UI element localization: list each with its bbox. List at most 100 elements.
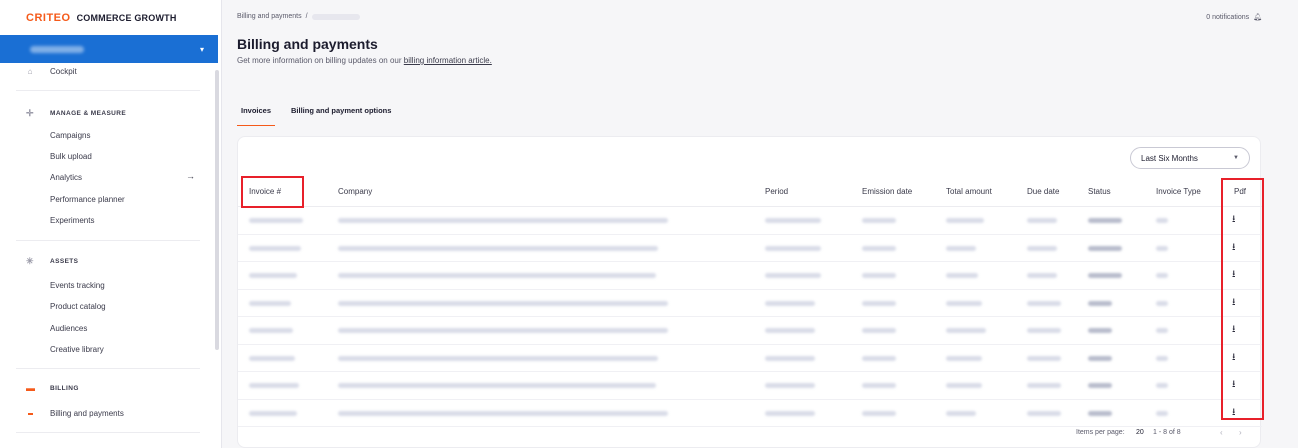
- sidebar-item-billing-and-payments[interactable]: Billing and payments: [50, 409, 124, 418]
- col-company[interactable]: Company: [338, 177, 372, 207]
- redacted-value: [946, 273, 978, 279]
- redacted-value: [862, 355, 896, 361]
- chevron-left-icon[interactable]: ‹: [1220, 428, 1223, 437]
- table-cell-redacted: [1027, 235, 1057, 263]
- col-total-amount[interactable]: Total amount: [946, 177, 992, 207]
- redacted-value: [249, 245, 301, 251]
- home-icon: ⌂: [27, 67, 33, 76]
- redacted-value: [338, 273, 656, 279]
- redacted-value: [1088, 300, 1112, 306]
- redacted-value: [765, 383, 815, 389]
- table-cell-redacted: [338, 372, 656, 400]
- table-cell-redacted: [1027, 290, 1061, 318]
- redacted-value: [1088, 355, 1112, 361]
- redacted-value: [765, 328, 815, 334]
- table-cell-redacted: [1027, 372, 1061, 400]
- table-cell-redacted: [1156, 372, 1168, 400]
- table-cell-redacted: [338, 207, 668, 235]
- redacted-value: [1156, 218, 1168, 224]
- col-due-date[interactable]: Due date: [1027, 177, 1059, 207]
- billing-info-link[interactable]: billing information article.: [404, 56, 492, 65]
- redacted-value: [338, 355, 658, 361]
- items-per-page-select[interactable]: 20: [1136, 429, 1144, 436]
- chevron-right-icon[interactable]: ›: [1239, 428, 1242, 437]
- redacted-value: [1156, 383, 1168, 389]
- sidebar-item-performance-planner[interactable]: Performance planner: [50, 195, 125, 204]
- table-cell-redacted: [1027, 400, 1061, 428]
- chevron-down-icon: ▼: [1233, 155, 1239, 161]
- redacted-value: [338, 218, 668, 224]
- pagination-range: 1 - 8 of 8: [1153, 429, 1181, 436]
- notifications[interactable]: 0 notifications 🔔︎: [1206, 13, 1262, 22]
- table-cell-redacted: [946, 290, 982, 318]
- sidebar-scrollbar[interactable]: [215, 70, 219, 350]
- table-cell-redacted: [862, 372, 896, 400]
- table-cell-redacted: [765, 290, 815, 318]
- section-manage-measure: ✛ MANAGE & MEASURE: [26, 108, 126, 119]
- invoices-table: Invoice # Company Period Emission date T…: [238, 177, 1262, 427]
- breadcrumb-item[interactable]: Billing and payments: [237, 13, 302, 20]
- table-cell-redacted: [249, 262, 297, 290]
- table-cell-redacted: [338, 235, 658, 263]
- redacted-value: [1088, 410, 1112, 416]
- sidebar-item-analytics[interactable]: Analytics: [50, 173, 82, 182]
- breadcrumb-separator: /: [305, 13, 308, 20]
- redacted-value: [1088, 218, 1122, 224]
- redacted-value: [1027, 355, 1061, 361]
- redacted-value: [249, 383, 299, 389]
- sidebar-item-bulk-upload[interactable]: Bulk upload: [50, 152, 92, 161]
- table-cell-redacted: [1156, 290, 1168, 318]
- table-cell-redacted: [338, 317, 668, 345]
- col-period[interactable]: Period: [765, 177, 788, 207]
- table-cell-redacted: [862, 317, 896, 345]
- table-cell-redacted: [765, 372, 815, 400]
- table-cell-redacted: [1027, 207, 1057, 235]
- brand-product: COMMERCE GROWTH: [76, 13, 177, 23]
- redacted-value: [338, 300, 668, 306]
- redacted-value: [338, 383, 656, 389]
- redacted-value: [765, 273, 821, 279]
- table-cell-redacted: [946, 207, 984, 235]
- sidebar-item-creative-library[interactable]: Creative library: [50, 345, 104, 354]
- redacted-value: [946, 300, 982, 306]
- table-cell-redacted: [1027, 262, 1057, 290]
- table-cell-redacted: [765, 262, 821, 290]
- redacted-value: [862, 383, 896, 389]
- col-emission-date[interactable]: Emission date: [862, 177, 912, 207]
- redacted-value: [1156, 328, 1168, 334]
- account-name-redacted: [30, 45, 84, 53]
- bell-icon[interactable]: 🔔︎: [1253, 13, 1262, 21]
- sidebar-item-product-catalog[interactable]: Product catalog: [50, 302, 106, 311]
- redacted-value: [946, 355, 982, 361]
- table-cell-redacted: [765, 317, 815, 345]
- sidebar-item-events-tracking[interactable]: Events tracking: [50, 281, 105, 290]
- table-cell-redacted: [249, 317, 293, 345]
- col-invoice-type[interactable]: Invoice Type: [1156, 177, 1201, 207]
- redacted-value: [1088, 328, 1112, 334]
- arrow-right-icon[interactable]: →: [186, 171, 195, 181]
- table-cell-redacted: [862, 262, 896, 290]
- redacted-value: [1027, 328, 1061, 334]
- redacted-value: [1027, 383, 1061, 389]
- account-selector[interactable]: ▾: [0, 35, 218, 63]
- tab-billing-and-payment-options[interactable]: Billing and payment options: [287, 100, 395, 126]
- sidebar-item-experiments[interactable]: Experiments: [50, 216, 94, 225]
- table-cell-redacted: [249, 235, 301, 263]
- redacted-value: [946, 410, 976, 416]
- redacted-value: [765, 355, 815, 361]
- sidebar-item-audiences[interactable]: Audiences: [50, 324, 87, 333]
- sidebar-item-cockpit[interactable]: ⌂ Cockpit: [26, 67, 77, 76]
- table-row: ⭳: [238, 207, 1262, 235]
- table-header: Invoice # Company Period Emission date T…: [238, 177, 1262, 207]
- period-dropdown[interactable]: Last Six Months ▼: [1130, 147, 1250, 169]
- table-cell-redacted: [249, 400, 297, 428]
- table-cell-redacted: [1156, 235, 1168, 263]
- table-row: ⭳: [238, 290, 1262, 318]
- tab-invoices[interactable]: Invoices: [237, 100, 276, 126]
- table-cell-redacted: [862, 235, 896, 263]
- col-status[interactable]: Status: [1088, 177, 1111, 207]
- table-cell-redacted: [1088, 262, 1122, 290]
- table-cell-redacted: [249, 290, 291, 318]
- sidebar-item-campaigns[interactable]: Campaigns: [50, 131, 90, 140]
- table-cell-redacted: [1088, 290, 1112, 318]
